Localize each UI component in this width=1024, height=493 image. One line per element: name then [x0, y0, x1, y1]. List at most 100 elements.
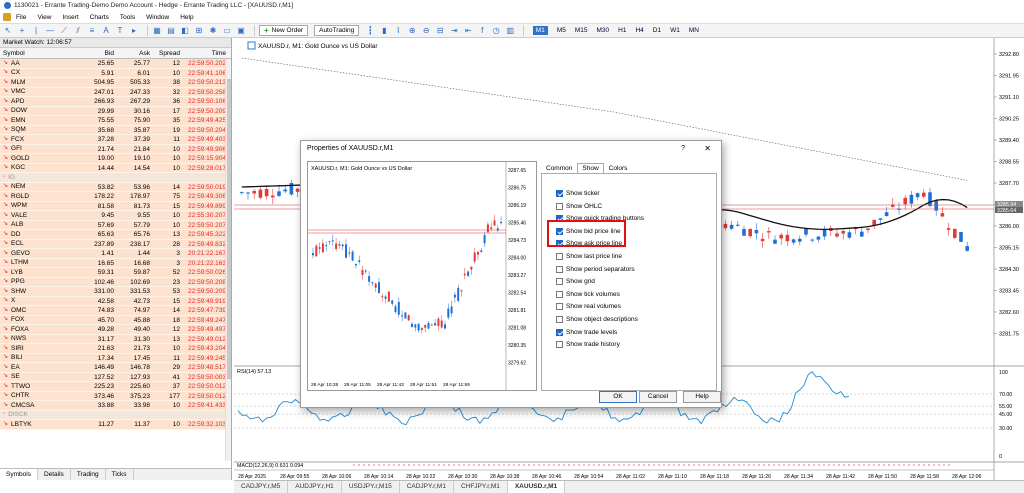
text-icon[interactable]: A	[101, 26, 111, 36]
checkbox[interactable]	[556, 253, 563, 260]
market-watch-icon[interactable]: ◧	[180, 26, 190, 36]
templates-icon[interactable]: ▥	[505, 26, 515, 36]
table-row[interactable]: ↘ AA 25.65 25.77 12 22:59:50.202	[0, 59, 231, 69]
option-show-ohlc[interactable]: Show OHLC	[556, 202, 602, 210]
menu-insert[interactable]: Insert	[62, 14, 78, 21]
col-symbol[interactable]: Symbol	[0, 48, 72, 58]
bar-chart-icon[interactable]: ┇	[365, 26, 375, 36]
table-row[interactable]: ↘ CMCSA 33.88 33.98 10 22:59:41.433	[0, 401, 231, 411]
checkbox[interactable]	[556, 265, 563, 273]
table-row[interactable]: ↘ NWS 31.17 31.30 13 22:59:49.012	[0, 334, 231, 344]
chart-tab-xauusd-m1[interactable]: XAUUSD.r,M1	[507, 481, 566, 493]
autotrading-button[interactable]: AutoTrading	[314, 25, 360, 36]
table-row[interactable]: ↘ EA 146.49 146.78 29 22:59:48.517	[0, 363, 231, 373]
table-row[interactable]: ↘ DOW 29.99 30.16 17 22:59:50.209	[0, 106, 231, 116]
periods-icon[interactable]: ◷	[491, 26, 501, 36]
cancel-button[interactable]: Cancel	[639, 391, 677, 403]
table-row[interactable]: ↘ VALE 9.45 9.55 10 22:55:30.207	[0, 211, 231, 221]
table-row[interactable]: ↘ MLM 504.95 505.33 38 22:59:50.213	[0, 78, 231, 88]
arrow-icon[interactable]: ▸	[129, 26, 139, 36]
table-row[interactable]: ↘ ALB 57.69 57.79 10 22:59:50.207	[0, 220, 231, 230]
help-icon[interactable]: ?	[681, 141, 685, 156]
option-show-ticker[interactable]: Show ticker	[556, 190, 600, 197]
chart-tab-audjpy-h1[interactable]: AUDJPY.r,H1	[288, 481, 342, 493]
tf-d1[interactable]: D1	[653, 27, 661, 34]
table-row[interactable]: ↘ BILI 17.34 17.45 11 22:59:49.245	[0, 353, 231, 363]
table-row[interactable]: ↘ GOLD 19.00 19.10 10 22:59:15.904	[0, 154, 231, 164]
chart-shift-icon[interactable]: ⇤	[463, 26, 473, 36]
table-row[interactable]: ↘ OMC 74.83 74.97 14 22:59:47.739	[0, 306, 231, 316]
label-icon[interactable]: T	[115, 26, 125, 36]
crosshair-icon[interactable]: +	[17, 26, 27, 36]
tf-h1[interactable]: H1	[618, 27, 626, 34]
tab-ticks[interactable]: Ticks	[106, 469, 134, 480]
table-row[interactable]: ↘ KGC 14.44 14.54 10 22:59:28.017	[0, 163, 231, 173]
menu-file[interactable]: File	[16, 14, 26, 21]
option-show-real-volumes[interactable]: Show real volumes	[556, 303, 621, 311]
tab-symbols[interactable]: Symbols	[0, 469, 38, 480]
tf-m15[interactable]: M15	[575, 27, 588, 34]
tab-details[interactable]: Details	[38, 469, 71, 480]
zoom-in-icon[interactable]: ⊕	[407, 26, 417, 36]
col-time[interactable]: Time	[180, 48, 228, 58]
table-row[interactable]: ↘ PPG 102.46 102.69 23 22:59:50.208	[0, 277, 231, 287]
option-show-last-price-line[interactable]: Show last price line	[556, 253, 622, 260]
option-show-grid[interactable]: Show grid	[556, 278, 595, 286]
zoom-out-icon[interactable]: ⊖	[421, 26, 431, 36]
col-spread[interactable]: Spread	[150, 48, 180, 58]
chart-tab-chfjpy-m1[interactable]: CHFJPY.r,M1	[454, 481, 508, 493]
tf-h4[interactable]: H4	[635, 27, 643, 34]
checkbox[interactable]	[556, 190, 563, 197]
chart-tab-cadjpy-m1[interactable]: CADJPY.r,M1	[400, 481, 454, 493]
table-row[interactable]: ↘ GFI 21.74 21.84 10 22:59:49.906	[0, 144, 231, 154]
table-row[interactable]: ↘ NEM 53.82 53.96 14 22:59:50.019	[0, 182, 231, 192]
checkbox[interactable]	[556, 290, 563, 298]
tf-m30[interactable]: M30	[597, 27, 610, 34]
profiles-icon[interactable]: ▤	[166, 26, 176, 36]
table-row[interactable]: ◦ DISCK	[0, 410, 231, 420]
tab-trading[interactable]: Trading	[71, 469, 106, 480]
option-show-object-descriptions[interactable]: Show object descriptions	[556, 316, 638, 323]
close-icon[interactable]: ✕	[704, 141, 711, 156]
col-ask[interactable]: Ask	[114, 48, 150, 58]
horizontal-line-icon[interactable]: —	[45, 26, 55, 36]
col-bid[interactable]: Bid	[72, 48, 114, 58]
chart-tab-cadjpy-m5[interactable]: CADJPY.r,M5	[234, 481, 289, 493]
table-row[interactable]: ↘ FOXA 49.28 49.40 12 22:59:49.497	[0, 325, 231, 335]
table-row[interactable]: ↘ WPM 81.58 81.73 15 22:59:49.899	[0, 201, 231, 211]
table-row[interactable]: ↘ ECL 237.89 238.17 28 22:59:49.832	[0, 239, 231, 249]
table-row[interactable]: ↘ CHTR 373.46 375.23 177 22:59:50.012	[0, 391, 231, 401]
table-row[interactable]: ↘ SIRI 21.63 21.73 10 22:59:43.204	[0, 344, 231, 354]
checkbox[interactable]	[556, 341, 563, 349]
option-show-period-separators[interactable]: Show period separators	[556, 265, 635, 273]
data-window-icon[interactable]: ⊞	[194, 26, 204, 36]
table-row[interactable]: ↘ FOX 45.70 45.88 18 22:59:49.247	[0, 315, 231, 325]
menu-chart-icon[interactable]	[3, 13, 11, 21]
table-row[interactable]: ↘ APD 266.93 267.29 36 22:59:50.106	[0, 97, 231, 107]
new-chart-icon[interactable]: ▦	[152, 26, 162, 36]
terminal-icon[interactable]: ▭	[222, 26, 232, 36]
navigator-icon[interactable]: ✱	[208, 26, 218, 36]
menu-view[interactable]: View	[37, 14, 51, 21]
table-row[interactable]: ↘ X 42.58 42.73 15 22:59:49.919	[0, 296, 231, 306]
table-row[interactable]: ↘ RGLD 178.22 178.97 75 22:59:49.306	[0, 192, 231, 202]
help-button[interactable]: Help	[683, 391, 721, 403]
channel-icon[interactable]: ⫽	[73, 26, 83, 36]
menu-help[interactable]: Help	[180, 14, 193, 21]
table-row[interactable]: ↘ DD 65.63 65.76 13 22:59:45.322	[0, 230, 231, 240]
menu-charts[interactable]: Charts	[90, 14, 109, 21]
checkbox[interactable]	[556, 328, 563, 336]
cursor-icon[interactable]: ↖	[3, 26, 13, 36]
table-row[interactable]: ↘ LTHM 16.65 16.68 3 20:21:22.163	[0, 258, 231, 268]
table-row[interactable]: ↘ TTWO 225.23 225.60 37 22:59:50.012	[0, 382, 231, 392]
tf-m5[interactable]: M5	[557, 27, 566, 34]
chart-tab-usdjpy-m15[interactable]: USDJPY.r,M15	[342, 481, 400, 493]
table-row[interactable]: ↘ SQM 35.68 35.87 19 22:59:50.204	[0, 125, 231, 135]
checkbox[interactable]	[556, 278, 563, 286]
market-watch-scrollbar[interactable]	[225, 59, 231, 461]
option-show-trade-levels[interactable]: Show trade levels	[556, 328, 617, 336]
tf-mn[interactable]: MN	[689, 27, 699, 34]
tf-m1[interactable]: M1	[532, 26, 548, 35]
table-row[interactable]: ↘ SHW 331.00 331.53 53 22:59:50.209	[0, 287, 231, 297]
ok-button[interactable]: OK	[599, 391, 637, 403]
